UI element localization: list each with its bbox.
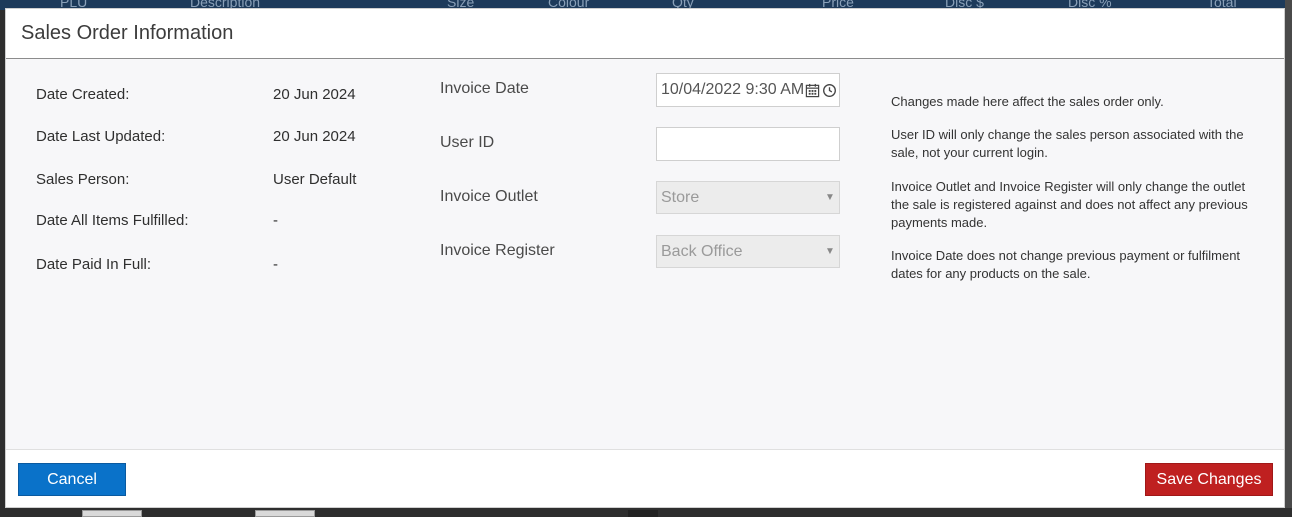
modal-header: Sales Order Information [6, 9, 1284, 59]
cancel-button[interactable]: Cancel [18, 463, 126, 496]
sales-person-value: User Default [273, 171, 357, 188]
dropdown-caret-icon: ▼ [825, 246, 835, 257]
date-created-value: 20 Jun 2024 [273, 86, 356, 103]
date-updated-value: 20 Jun 2024 [273, 128, 356, 145]
invoice-register-value: Back Office [661, 242, 743, 260]
invoice-register-row: Invoice Register Back Office ▼ [440, 235, 850, 269]
sales-person-label: Sales Person: [36, 171, 130, 188]
fulfilled-value: - [273, 212, 278, 229]
dropdown-caret-icon: ▼ [825, 192, 835, 203]
calendar-icon[interactable] [805, 83, 820, 98]
invoice-outlet-row: Invoice Outlet Store ▼ [440, 181, 850, 215]
paid-label: Date Paid In Full: [36, 256, 152, 273]
fulfilled-label: Date All Items Fulfilled: [36, 212, 189, 229]
background-scrollbar [1285, 0, 1292, 517]
help-invoice-date: Invoice Date does not change previous pa… [891, 248, 1241, 281]
invoice-date-field[interactable]: 10/04/2022 9:30 AM [656, 73, 840, 107]
modal-footer: Cancel Save Changes [6, 449, 1284, 507]
bg-block [628, 510, 658, 517]
modal-body: Date Created: 20 Jun 2024 Date Last Upda… [6, 59, 1284, 449]
sales-order-modal: Sales Order Information Date Created: 20… [5, 8, 1285, 508]
help-user-id: User ID will only change the sales perso… [891, 127, 1244, 160]
bg-block [255, 510, 315, 517]
background-footer [0, 508, 1292, 517]
invoice-date-row: Invoice Date 10/04/2022 9:30 AM [440, 73, 850, 107]
user-id-row: User ID [440, 127, 850, 161]
help-sales-order: Changes made here affect the sales order… [891, 94, 1164, 109]
user-id-label: User ID [440, 134, 495, 151]
invoice-date-value: 10/04/2022 9:30 AM [661, 81, 805, 98]
clock-icon[interactable] [822, 83, 837, 98]
bg-block [82, 510, 142, 517]
help-outlet-register: Invoice Outlet and Invoice Register will… [891, 179, 1248, 230]
invoice-outlet-label: Invoice Outlet [440, 188, 538, 205]
invoice-date-label: Invoice Date [440, 80, 529, 97]
invoice-register-label: Invoice Register [440, 242, 555, 259]
invoice-outlet-select[interactable]: Store ▼ [656, 181, 840, 214]
paid-value: - [273, 256, 278, 273]
date-created-label: Date Created: [36, 86, 130, 103]
save-changes-button[interactable]: Save Changes [1145, 463, 1273, 496]
date-updated-label: Date Last Updated: [36, 128, 166, 145]
modal-title: Sales Order Information [21, 22, 234, 44]
user-id-input[interactable] [656, 127, 840, 161]
invoice-register-select[interactable]: Back Office ▼ [656, 235, 840, 268]
invoice-outlet-value: Store [661, 188, 700, 206]
